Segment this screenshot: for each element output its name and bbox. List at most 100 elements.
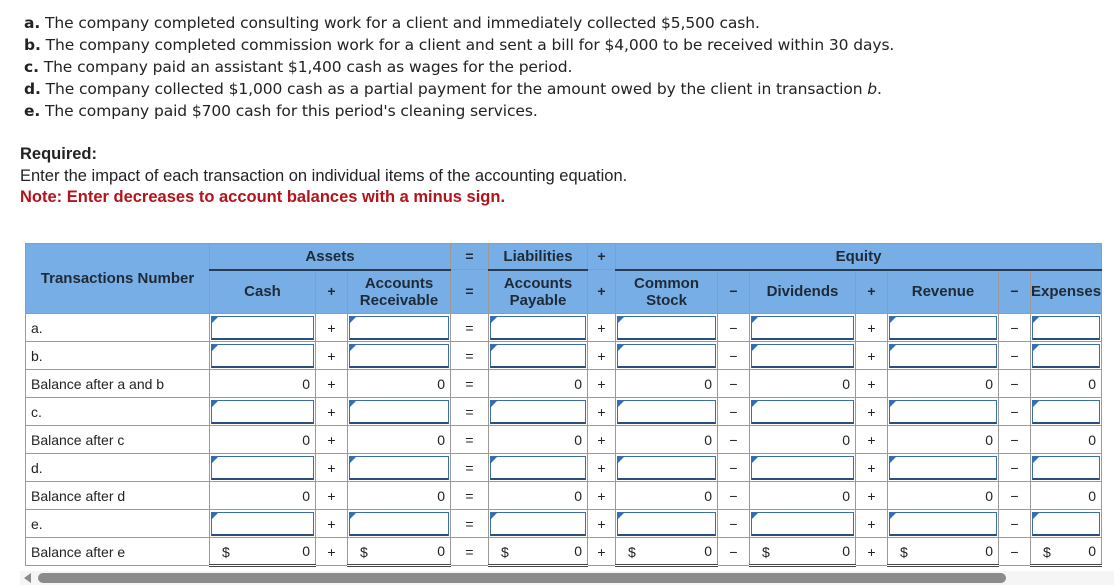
accounts-payable-balance: $0 bbox=[488, 537, 588, 567]
cash-input[interactable] bbox=[211, 315, 314, 340]
balance-value: 0 bbox=[1088, 543, 1097, 559]
balance-value: 0 bbox=[985, 543, 993, 559]
currency-symbol: $ bbox=[501, 544, 509, 560]
revenue-input[interactable] bbox=[889, 511, 997, 536]
cash-input[interactable] bbox=[211, 343, 314, 368]
operator-sign: + bbox=[587, 537, 616, 566]
col-op-plus: + bbox=[315, 269, 348, 314]
balance-value: 0 bbox=[302, 375, 310, 392]
table-row: Balance after a and b 0 +0 = 0 +0−0 +0−0 bbox=[25, 369, 1103, 398]
accounts-payable-input[interactable] bbox=[490, 511, 586, 536]
balance-value: 0 bbox=[842, 543, 850, 559]
row-label: Balance after c bbox=[25, 425, 210, 454]
dividends-balance: 0 bbox=[749, 369, 856, 398]
accounts-payable-input[interactable] bbox=[490, 455, 586, 480]
balance-value: 0 bbox=[842, 487, 850, 504]
col-op-plus: + bbox=[855, 269, 888, 314]
expenses-input[interactable] bbox=[1032, 511, 1101, 536]
operator-sign: − bbox=[998, 537, 1031, 566]
operator-sign: + bbox=[315, 313, 348, 342]
dividends-input[interactable] bbox=[751, 315, 854, 340]
balance-value: 0 bbox=[302, 487, 310, 504]
operator-sign: − bbox=[998, 509, 1031, 538]
dividends-input[interactable] bbox=[751, 511, 854, 536]
expenses-input[interactable] bbox=[1032, 343, 1101, 368]
operator-sign: = bbox=[450, 369, 489, 398]
dividends-input[interactable] bbox=[751, 455, 854, 480]
operator-sign: + bbox=[587, 453, 616, 482]
accounts-receivable-balance: 0 bbox=[347, 481, 451, 510]
common-stock-input[interactable] bbox=[617, 343, 716, 368]
dividends-balance: 0 bbox=[749, 425, 856, 454]
table-row: e. + = + − + − bbox=[25, 509, 1103, 538]
operator-sign: = bbox=[450, 481, 489, 510]
operator-sign: − bbox=[998, 369, 1031, 398]
currency-symbol: $ bbox=[762, 544, 770, 560]
accounts-receivable-input[interactable] bbox=[349, 455, 449, 480]
operator-sign: + bbox=[855, 425, 888, 454]
accounts-receivable-input[interactable] bbox=[349, 343, 449, 368]
col-expenses: Expenses bbox=[1029, 269, 1103, 314]
accounts-receivable-input[interactable] bbox=[349, 511, 449, 536]
operator-sign: + bbox=[855, 481, 888, 510]
currency-symbol: $ bbox=[360, 544, 368, 560]
balance-value: 0 bbox=[437, 375, 445, 392]
cash-input[interactable] bbox=[211, 455, 314, 480]
common-stock-input[interactable] bbox=[617, 399, 716, 424]
revenue-input[interactable] bbox=[889, 455, 997, 480]
balance-value: 0 bbox=[437, 431, 445, 448]
expenses-balance: 0 bbox=[1029, 425, 1103, 454]
operator-sign: − bbox=[717, 313, 750, 342]
operator-sign: = bbox=[450, 313, 489, 342]
accounts-payable-input[interactable] bbox=[490, 399, 586, 424]
expenses-input[interactable] bbox=[1032, 315, 1101, 340]
operator-sign: + bbox=[587, 369, 616, 398]
expenses-input[interactable] bbox=[1032, 455, 1101, 480]
revenue-input[interactable] bbox=[889, 343, 997, 368]
required-heading: Required: bbox=[20, 145, 98, 163]
accounts-payable-input[interactable] bbox=[490, 315, 586, 340]
operator-sign: = bbox=[450, 341, 489, 370]
expenses-input[interactable] bbox=[1032, 399, 1101, 424]
dividends-input[interactable] bbox=[751, 343, 854, 368]
operator-sign: − bbox=[998, 313, 1031, 342]
cash-input[interactable] bbox=[211, 399, 314, 424]
accounts-receivable-input[interactable] bbox=[349, 399, 449, 424]
balance-value: 0 bbox=[985, 431, 993, 448]
operator-sign: + bbox=[855, 369, 888, 398]
currency-symbol: $ bbox=[1043, 544, 1051, 560]
cash-input[interactable] bbox=[211, 511, 314, 536]
accounting-equation-table: Transactions Number Assets = Liabilities… bbox=[25, 243, 1103, 567]
operator-sign: + bbox=[855, 397, 888, 426]
operator-sign: + bbox=[315, 341, 348, 370]
operator-sign: − bbox=[717, 369, 750, 398]
operator-sign: − bbox=[717, 509, 750, 538]
horizontal-scrollbar[interactable] bbox=[20, 571, 1114, 585]
cash-balance: 0 bbox=[209, 425, 316, 454]
common-stock-input[interactable] bbox=[617, 455, 716, 480]
common-stock-input[interactable] bbox=[617, 315, 716, 340]
dividends-input[interactable] bbox=[751, 399, 854, 424]
operator-sign: − bbox=[717, 453, 750, 482]
scroll-left-arrow-icon[interactable] bbox=[24, 573, 31, 583]
header-equity: Equity bbox=[614, 243, 1103, 271]
accounts-payable-input[interactable] bbox=[490, 343, 586, 368]
balance-value: 0 bbox=[985, 375, 993, 392]
transaction-b: b. The company completed commission work… bbox=[24, 36, 895, 54]
header-equals: = bbox=[450, 243, 489, 270]
scrollbar-thumb[interactable] bbox=[38, 573, 1006, 583]
operator-sign: = bbox=[450, 509, 489, 538]
accounts-receivable-balance: 0 bbox=[347, 425, 451, 454]
revenue-input[interactable] bbox=[889, 399, 997, 424]
operator-sign: + bbox=[855, 509, 888, 538]
balance-value: 0 bbox=[1088, 431, 1097, 448]
operator-sign: + bbox=[587, 313, 616, 342]
table-row: b. + = + − + − bbox=[25, 341, 1103, 370]
dividends-balance: 0 bbox=[749, 481, 856, 510]
common-stock-input[interactable] bbox=[617, 511, 716, 536]
row-label: Balance after d bbox=[25, 481, 210, 510]
revenue-input[interactable] bbox=[889, 315, 997, 340]
accounts-receivable-input[interactable] bbox=[349, 315, 449, 340]
operator-sign: − bbox=[998, 397, 1031, 426]
balance-value: 0 bbox=[574, 431, 582, 448]
